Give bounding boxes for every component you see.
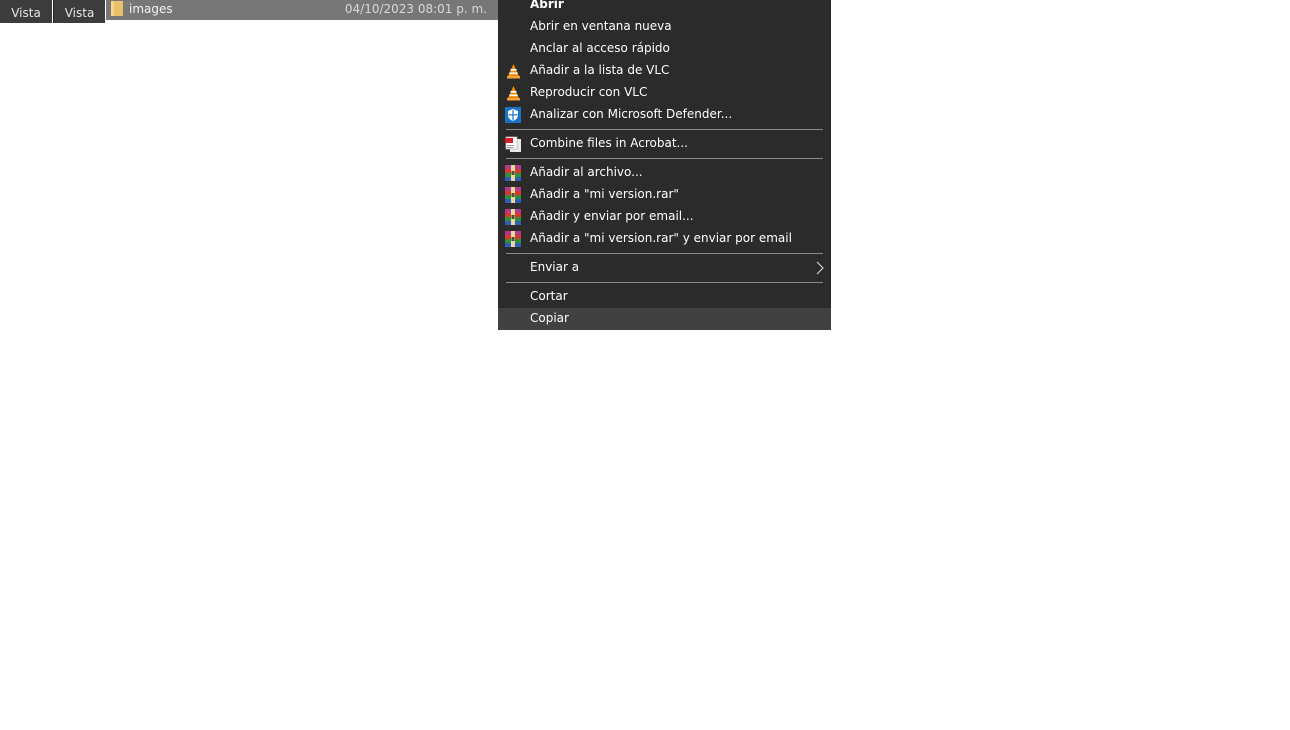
file-date: 04/10/2023 08:01 p. m.	[344, 2, 487, 16]
menu-item-reproducir-vlc[interactable]: Reproducir con VLC	[498, 82, 831, 104]
menu-item-label: Añadir a la lista de VLC	[530, 63, 670, 77]
winrar-icon	[505, 187, 521, 203]
menu-item-label: Añadir a "mi version.rar" y enviar por e…	[530, 231, 792, 245]
defender-shield-icon	[505, 107, 521, 123]
chevron-right-icon	[816, 261, 824, 275]
menu-item-label: Copiar	[530, 311, 569, 325]
tab-vista-1[interactable]: Vista	[0, 0, 52, 23]
menu-item-cortar[interactable]: Cortar	[498, 286, 831, 308]
menu-item-combine-acrobat[interactable]: Combine files in Acrobat...	[498, 133, 831, 155]
menu-item-enviar-a[interactable]: Enviar a	[498, 257, 831, 279]
menu-separator	[498, 155, 831, 162]
menu-item-label: Combine files in Acrobat...	[530, 136, 688, 150]
vlc-icon	[507, 64, 520, 79]
menu-item-anadir-archivo[interactable]: Añadir al archivo...	[498, 162, 831, 184]
file-name: images	[129, 2, 173, 16]
tab-vista-2[interactable]: Vista	[53, 0, 105, 23]
menu-item-label: Enviar a	[530, 260, 580, 274]
menu-item-label: Abrir	[530, 0, 564, 11]
vlc-icon	[507, 86, 520, 101]
menu-item-abrir-ventana-nueva[interactable]: Abrir en ventana nueva	[498, 16, 831, 38]
menu-item-analizar-defender[interactable]: Analizar con Microsoft Defender...	[498, 104, 831, 126]
menu-item-anadir-enviar-email[interactable]: Añadir y enviar por email...	[498, 206, 831, 228]
menu-item-anadir-mi-version-rar[interactable]: Añadir a "mi version.rar"	[498, 184, 831, 206]
menu-item-label: Anclar al acceso rápido	[530, 41, 670, 55]
menu-item-anclar-acceso-rapido[interactable]: Anclar al acceso rápido	[498, 38, 831, 60]
winrar-icon	[505, 231, 521, 247]
menu-item-copiar[interactable]: Copiar	[498, 308, 831, 330]
acrobat-icon	[505, 136, 521, 152]
tab-label: Vista	[64, 5, 95, 20]
menu-item-anadir-rar-enviar-email[interactable]: Añadir a "mi version.rar" y enviar por e…	[498, 228, 831, 250]
menu-separator	[498, 126, 831, 133]
menu-item-label: Añadir a "mi version.rar"	[530, 187, 679, 201]
winrar-icon	[505, 209, 521, 225]
menu-item-label: Añadir al archivo...	[530, 165, 643, 179]
menu-item-label: Cortar	[530, 289, 568, 303]
context-menu: Abrir Abrir en ventana nueva Anclar al a…	[498, 0, 831, 330]
menu-separator	[498, 279, 831, 286]
menu-separator	[498, 250, 831, 257]
menu-item-label: Analizar con Microsoft Defender...	[530, 107, 733, 121]
folder-icon	[111, 1, 123, 16]
tab-label: Vista	[11, 5, 41, 20]
menu-item-anadir-lista-vlc[interactable]: Añadir a la lista de VLC	[498, 60, 831, 82]
winrar-icon	[505, 165, 521, 181]
menu-item-label: Reproducir con VLC	[530, 85, 648, 99]
menu-item-label: Añadir y enviar por email...	[530, 209, 694, 223]
menu-item-label: Abrir en ventana nueva	[530, 19, 672, 33]
menu-item-abrir[interactable]: Abrir	[498, 0, 831, 16]
file-row-images[interactable]: images 04/10/2023 08:01 p. m.	[106, 0, 498, 20]
